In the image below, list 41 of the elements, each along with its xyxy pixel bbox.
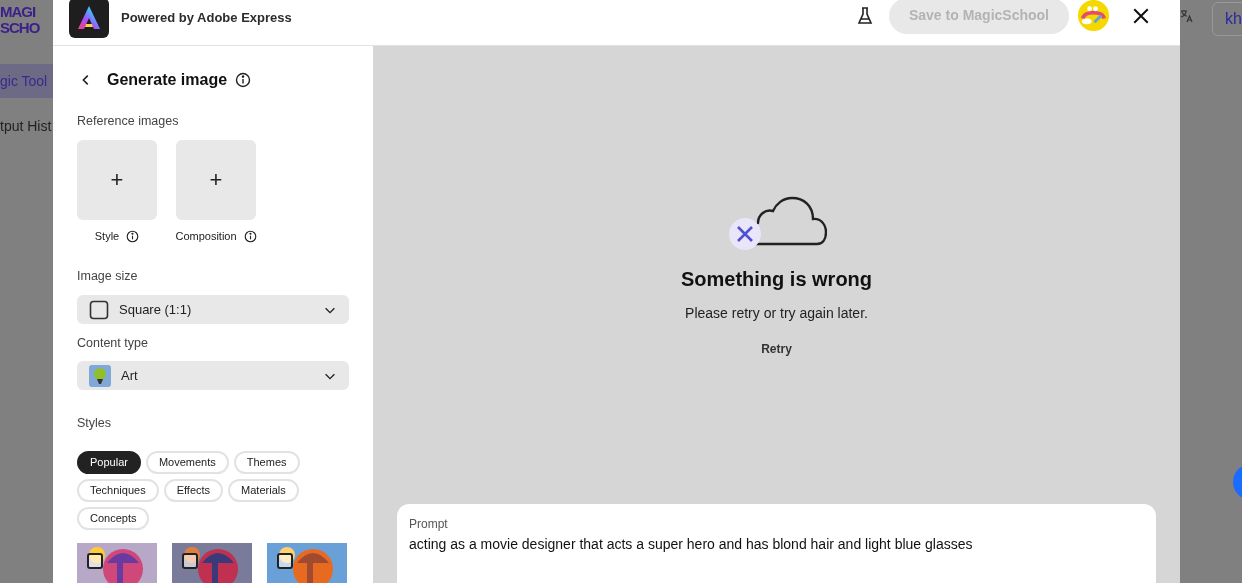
- square-icon: [89, 299, 109, 320]
- info-icon[interactable]: [235, 72, 252, 88]
- header-title: Powered by Adobe Express: [121, 8, 292, 27]
- add-reference-button[interactable]: +: [176, 139, 256, 220]
- dropdown[interactable]: Art: [77, 361, 349, 391]
- panel-title: Generate image: [107, 70, 228, 90]
- nav-item[interactable]: tput Hist: [0, 109, 53, 143]
- style-tab[interactable]: Themes: [233, 451, 300, 474]
- prompt-text: acting as a movie designer that acts a super hero and has blond hair and light blue glasses: [409, 535, 974, 554]
- slot-label: Composition: [175, 228, 237, 244]
- slot-label: Style: [94, 228, 120, 244]
- translate-icon[interactable]: [1178, 8, 1194, 24]
- section-label: Reference images: [77, 113, 180, 130]
- dropdown[interactable]: Square (1:1): [77, 295, 349, 325]
- flask-icon[interactable]: [856, 6, 873, 25]
- style-tab[interactable]: Movements: [145, 451, 229, 474]
- prompt-field[interactable]: Prompt acting as a movie designer that acts a super hero and has blond hair and light blue glasses: [397, 504, 1156, 583]
- error-message: Please retry or try again later.: [685, 304, 868, 323]
- close-icon[interactable]: [1132, 6, 1150, 25]
- retry-button[interactable]: Retry: [761, 340, 792, 358]
- style-tab[interactable]: Effects: [163, 479, 224, 502]
- checkbox[interactable]: [277, 553, 293, 569]
- checkbox[interactable]: [87, 553, 103, 569]
- app-logo-icon: [69, 0, 109, 38]
- logo-text: SCHO: [0, 20, 40, 36]
- add-reference-button[interactable]: +: [77, 139, 157, 220]
- checkbox[interactable]: [182, 553, 198, 569]
- section-label: Image size: [77, 268, 139, 286]
- section-label: Content type: [77, 335, 149, 353]
- style-tab[interactable]: Techniques: [77, 479, 159, 502]
- error-title: Something is wrong: [680, 267, 873, 292]
- info-icon[interactable]: [126, 229, 140, 243]
- prompt-label: Prompt: [409, 516, 449, 533]
- avatar-icon[interactable]: [1077, 0, 1110, 32]
- style-tab[interactable]: Concepts: [77, 507, 150, 530]
- section-label: Styles: [77, 415, 113, 433]
- logo-text: MAGI: [0, 4, 37, 20]
- style-tab[interactable]: Popular: [77, 451, 141, 474]
- balloon-icon: [89, 364, 111, 387]
- style-tab[interactable]: Materials: [228, 479, 299, 502]
- info-icon[interactable]: [243, 229, 257, 243]
